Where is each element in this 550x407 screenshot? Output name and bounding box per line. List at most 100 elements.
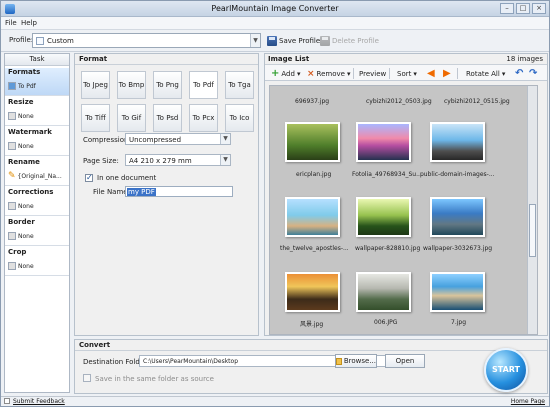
format-panel: Format To Jpeg To Bmp To Png To Pdf To T… (74, 53, 259, 336)
compression-label: Compression: (83, 136, 131, 144)
chevron-down-icon: ▾ (296, 69, 301, 78)
scroll-thumb[interactable] (529, 204, 536, 257)
move-left-button[interactable]: ◀ (427, 68, 435, 79)
task-corrections[interactable]: Corrections None (5, 188, 69, 216)
save-profile-button[interactable]: Save Profile (267, 33, 320, 48)
task-rename[interactable]: Rename ✎ {Original_Na... (5, 158, 69, 186)
format-jpeg-button[interactable]: To Jpeg (81, 71, 110, 99)
task-watermark[interactable]: Watermark None (5, 128, 69, 156)
page-size-label: Page Size: (83, 157, 119, 165)
chevron-down-icon[interactable]: ▼ (220, 134, 230, 144)
task-title: Rename (8, 158, 40, 166)
chevron-down-icon: ▾ (501, 69, 506, 78)
menu-bar: File Help (1, 17, 549, 30)
open-button[interactable]: Open (385, 354, 425, 368)
format-header: Format (75, 54, 258, 65)
rotate-all-label: Rotate All (466, 69, 500, 78)
format-gif-button[interactable]: To Gif (117, 104, 146, 132)
close-button[interactable]: × (532, 3, 546, 14)
task-value: {Original_Na... (17, 172, 62, 180)
browse-label: Browse... (343, 357, 376, 365)
rotate-all-button[interactable]: Rotate All ▾ (466, 68, 505, 79)
image-count: 18 images (506, 55, 543, 63)
watermark-icon (8, 142, 16, 150)
format-pcx-button[interactable]: To Pcx (189, 104, 218, 132)
image-gallery: 696937.jpg cybizhi2012_0503.jpg cybizhi2… (269, 85, 538, 335)
menu-file[interactable]: File (5, 19, 17, 27)
move-right-button[interactable]: ▶ (443, 68, 451, 79)
filename-label: wallpaper-3032673.jpg (423, 245, 493, 252)
pdf-icon (8, 82, 16, 90)
image-thumbnail[interactable] (285, 197, 340, 237)
remove-label: Remove (316, 69, 345, 78)
filename-label: 006.JPG (374, 319, 398, 326)
format-bmp-button[interactable]: To Bmp (117, 71, 146, 99)
filename-label: cybizhi2012_0503.jpg (366, 98, 432, 105)
same-folder-label: Save in the same folder as source (95, 375, 214, 383)
task-border[interactable]: Border None (5, 218, 69, 246)
menu-help[interactable]: Help (21, 19, 37, 27)
task-panel: Task Formats To Pdf Resize None Watermar… (4, 53, 70, 393)
image-thumbnail[interactable] (430, 197, 485, 237)
remove-button[interactable]: × Remove ▾ (307, 68, 350, 79)
page-size-select[interactable]: A4 210 x 279 mm ▼ (125, 154, 231, 166)
task-value: None (18, 262, 34, 270)
filename-label: Fotolia_49768934_Su... (352, 171, 422, 178)
filename-label: 风景.jpg (300, 321, 324, 328)
image-thumbnail[interactable] (356, 122, 411, 162)
gallery-scrollbar[interactable] (527, 86, 537, 334)
browse-button[interactable]: Browse... (335, 354, 377, 368)
app-window: PearlMountain Image Converter – □ × File… (0, 0, 550, 407)
convert-panel: Convert Destination Folder: C:\Users\Pea… (74, 339, 548, 394)
chevron-down-icon: ▾ (413, 69, 417, 78)
in-one-document-label: In one document (97, 174, 157, 182)
compression-select[interactable]: Uncompressed ▼ (125, 133, 231, 145)
task-value: None (18, 202, 34, 210)
image-thumbnail[interactable] (356, 272, 411, 312)
task-value: None (18, 142, 34, 150)
window-controls: – □ × (500, 3, 546, 14)
chevron-down-icon: ▾ (346, 69, 351, 78)
image-thumbnail[interactable] (285, 122, 340, 162)
preview-button[interactable]: Preview (359, 68, 386, 79)
profile-toolbar: Profile: Custom ▼ Save Profile Delete Pr… (1, 30, 549, 52)
crop-icon (8, 262, 16, 270)
format-png-button[interactable]: To Png (153, 71, 182, 99)
rotate-left-button[interactable]: ↶ (515, 68, 523, 79)
home-page-link[interactable]: Home Page (511, 398, 545, 405)
chevron-down-icon[interactable]: ▼ (220, 155, 230, 165)
image-thumbnail[interactable] (430, 272, 485, 312)
filename-label: ericplan.jpg (296, 171, 332, 178)
task-title: Resize (8, 98, 34, 106)
task-crop[interactable]: Crop None (5, 248, 69, 276)
maximize-button[interactable]: □ (516, 3, 530, 14)
in-one-document-checkbox[interactable] (85, 173, 93, 182)
file-name-input[interactable]: my PDF (125, 186, 233, 197)
profile-label: Profile: (9, 36, 34, 44)
profile-select[interactable]: Custom ▼ (32, 33, 261, 48)
format-ico-button[interactable]: To Ico (225, 104, 254, 132)
add-button[interactable]: + Add ▾ (271, 68, 300, 79)
window-title: PearlMountain Image Converter (211, 4, 339, 13)
format-pdf-button[interactable]: To Pdf (189, 71, 218, 99)
filename-label: 696937.jpg (295, 98, 330, 105)
image-thumbnail[interactable] (356, 197, 411, 237)
chevron-down-icon[interactable]: ▼ (250, 34, 260, 47)
rotate-right-button[interactable]: ↷ (529, 68, 537, 79)
task-resize[interactable]: Resize None (5, 98, 69, 126)
format-tiff-button[interactable]: To Tiff (81, 104, 110, 132)
delete-profile-icon (320, 35, 330, 46)
image-thumbnail[interactable] (285, 272, 340, 312)
submit-feedback-link[interactable]: Submit Feedback (13, 398, 65, 405)
start-button[interactable]: START (484, 348, 528, 392)
format-psd-button[interactable]: To Psd (153, 104, 182, 132)
image-thumbnail[interactable] (430, 122, 485, 162)
delete-profile-button[interactable]: Delete Profile (320, 33, 379, 48)
pencil-icon: ✎ (8, 171, 16, 181)
image-list-header: Image List 18 images (265, 54, 547, 65)
same-folder-checkbox[interactable] (83, 374, 91, 382)
minimize-button[interactable]: – (500, 3, 514, 14)
task-formats[interactable]: Formats To Pdf (5, 68, 69, 96)
format-tga-button[interactable]: To Tga (225, 71, 254, 99)
sort-button[interactable]: Sort ▾ (397, 68, 417, 79)
